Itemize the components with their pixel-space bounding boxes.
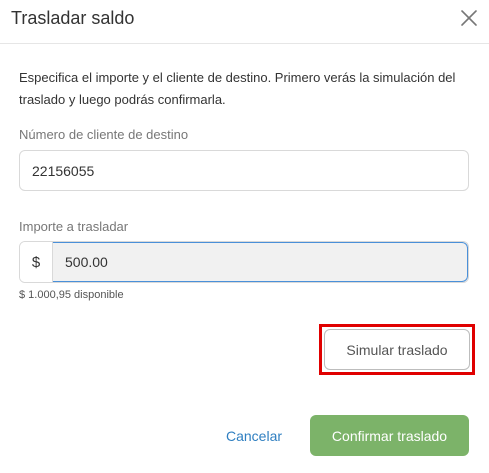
available-balance: $ 1.000,95 disponible xyxy=(19,289,124,301)
currency-symbol: $ xyxy=(20,242,53,282)
amount-label: Importe a trasladar xyxy=(19,219,129,234)
amount-input[interactable] xyxy=(53,242,468,282)
cancel-button[interactable]: Cancelar xyxy=(215,416,293,456)
dialog-title: Trasladar saldo xyxy=(11,8,135,28)
close-button[interactable] xyxy=(458,7,480,29)
simulate-transfer-button[interactable]: Simular traslado xyxy=(324,329,470,370)
client-number-label: Número de cliente de destino xyxy=(19,127,189,142)
amount-input-group: $ xyxy=(19,241,469,283)
close-icon xyxy=(461,10,477,26)
client-number-input[interactable] xyxy=(19,150,469,191)
confirm-transfer-button[interactable]: Confirmar traslado xyxy=(310,415,469,456)
dialog-header: Trasladar saldo xyxy=(0,0,489,44)
dialog-description: Especifica el importe y el cliente de de… xyxy=(19,70,456,107)
